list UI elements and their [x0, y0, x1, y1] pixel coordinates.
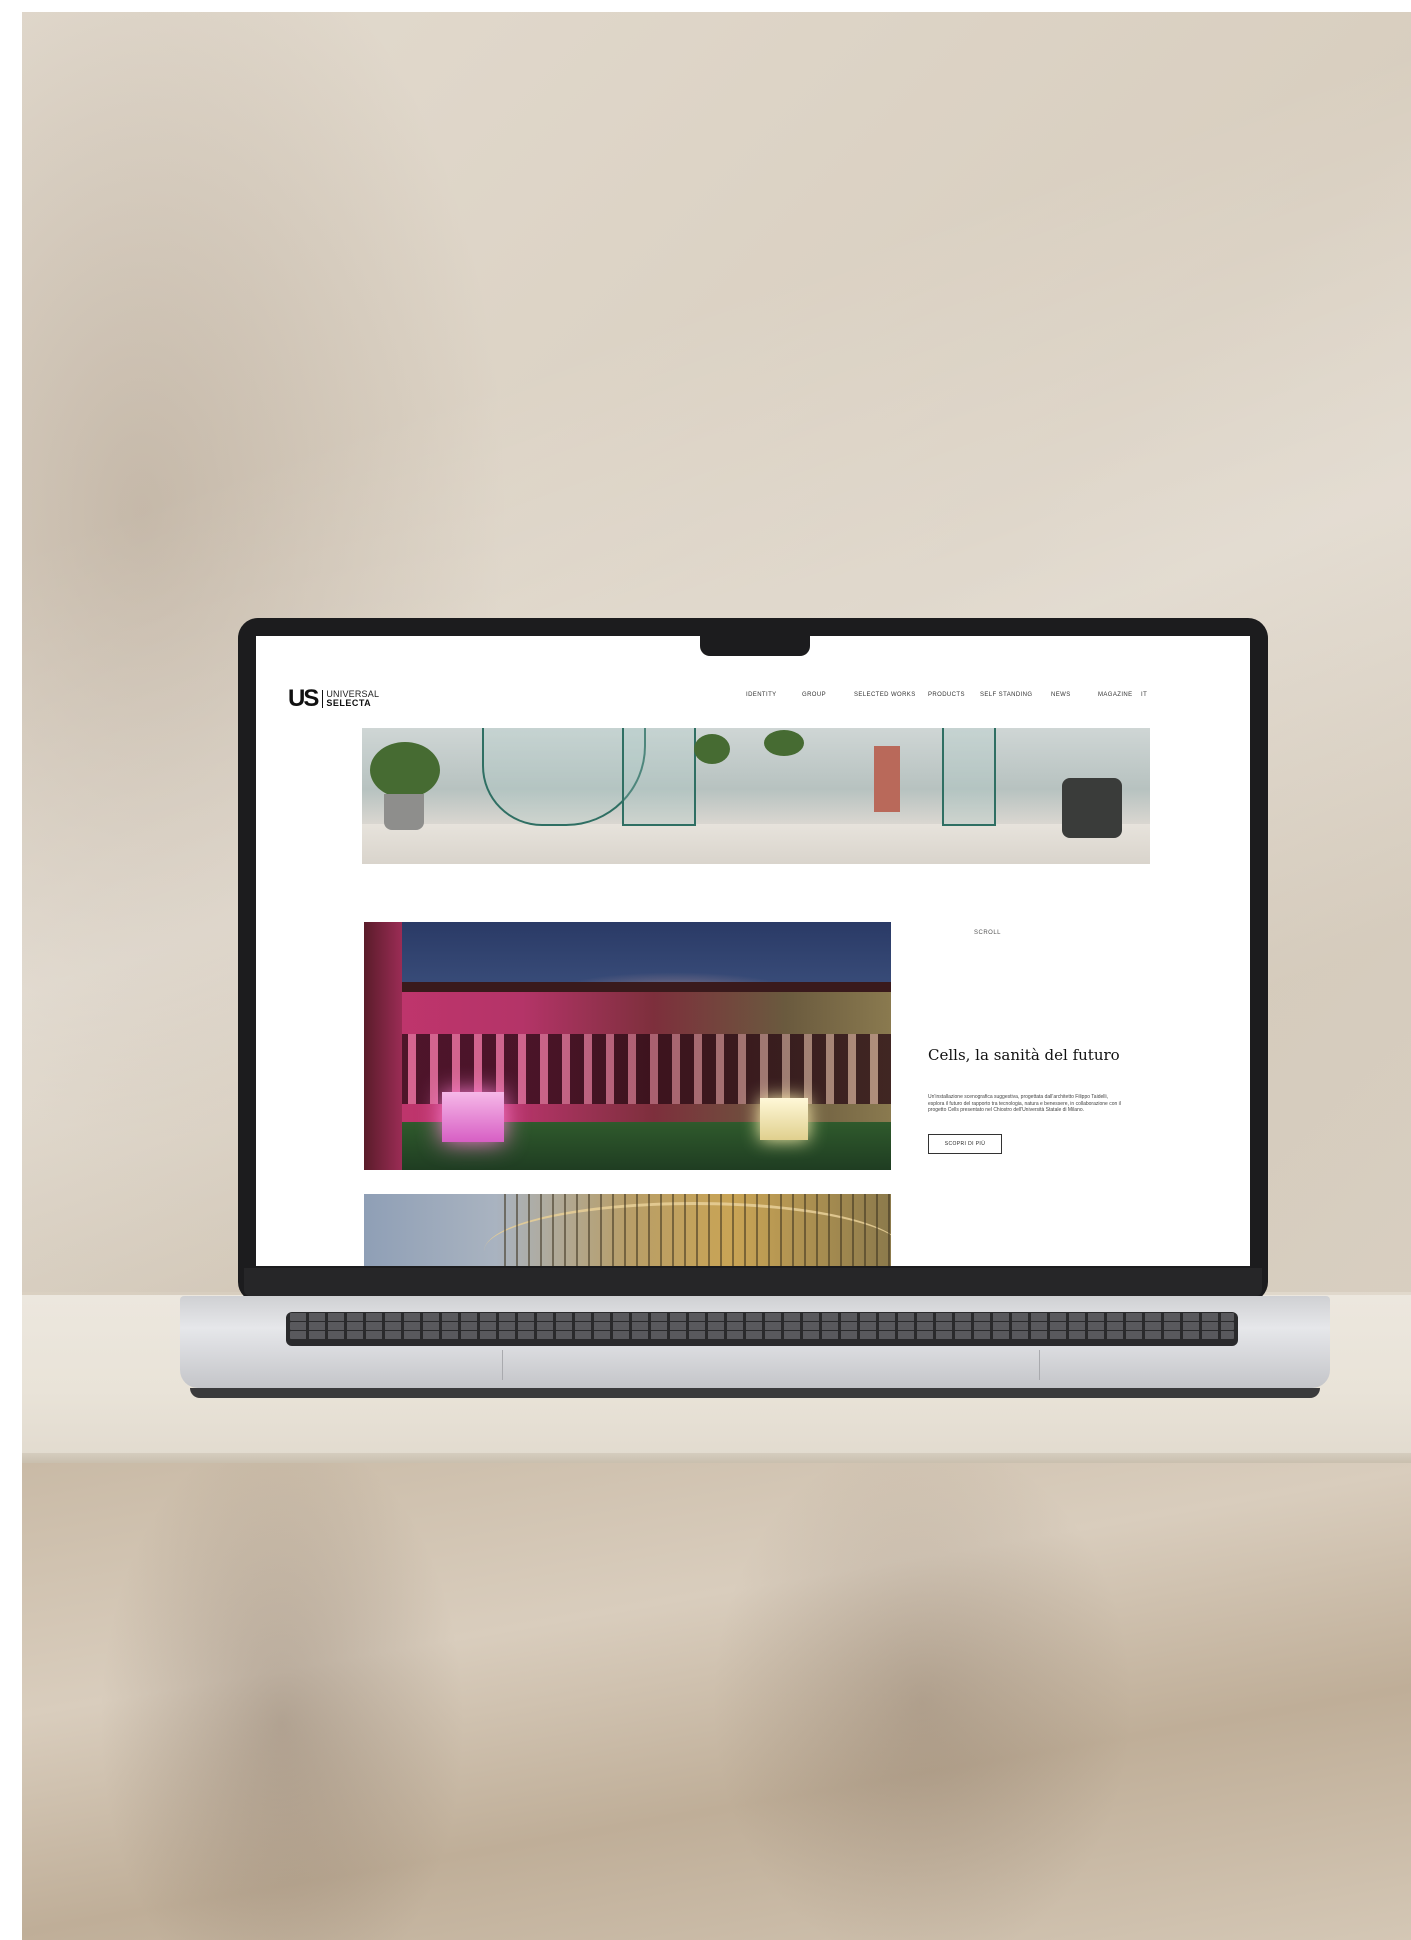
nav-item-magazine[interactable]: MAGAZINE [1098, 692, 1133, 698]
laptop-hinge [244, 1268, 1262, 1296]
camera-notch [700, 636, 810, 656]
language-switch-it[interactable]: IT [1141, 692, 1147, 698]
main-nav: IDENTITY GROUP SELECTED WORKS PRODUCTS S… [746, 692, 1236, 708]
nav-item-self-standing[interactable]: SELF STANDING [980, 692, 1032, 698]
nav-item-news[interactable]: NEWS [1051, 692, 1071, 698]
logo-line-selecta: SELECTA [326, 698, 372, 708]
laptop-screen: US UNIVERSAL SELECTA IDENTITY GROUP SELE… [256, 636, 1250, 1266]
scroll-indicator: SCROLL [974, 930, 1002, 936]
laptop-trackpad [502, 1350, 1040, 1380]
feature-image-cloister[interactable] [364, 922, 891, 1170]
leaf-shadow [22, 1463, 1411, 1940]
hero-chair [1062, 778, 1122, 838]
hero-plant [370, 742, 440, 798]
nav-item-products[interactable]: PRODUCTS [928, 692, 965, 698]
hero-floor [362, 824, 1150, 864]
feature-cell-pink [442, 1092, 504, 1142]
feature-pillar [364, 922, 402, 1170]
site-header: US UNIVERSAL SELECTA IDENTITY GROUP SELE… [256, 680, 1250, 720]
feature-cell-white [760, 1098, 808, 1140]
feature-description: Un'installazione scenografica suggestiva… [928, 1094, 1121, 1113]
hero-plant-3 [764, 730, 804, 756]
hero-shelf [874, 746, 900, 812]
discover-more-button[interactable]: SCOPRI DI PIÙ [928, 1134, 1002, 1154]
hero-glass-door [942, 728, 996, 826]
logo-wordmark: UNIVERSAL SELECTA [322, 690, 379, 708]
laptop-base-edge [190, 1388, 1320, 1398]
hero-glass-panel [622, 728, 696, 826]
second-image-facade [504, 1194, 891, 1266]
nav-item-identity[interactable]: IDENTITY [746, 692, 777, 698]
hero-office-image [362, 728, 1150, 864]
nav-item-selected-works[interactable]: SELECTED WORKS [854, 692, 916, 698]
hero-pot [384, 794, 424, 830]
feature-title: Cells, la sanità del futuro [928, 1046, 1120, 1064]
hero-plant-2 [694, 734, 730, 764]
second-project-image[interactable] [364, 1194, 891, 1266]
shelf-edge [22, 1453, 1411, 1463]
brand-logo[interactable]: US UNIVERSAL SELECTA [288, 684, 379, 714]
nav-item-group[interactable]: GROUP [802, 692, 826, 698]
logo-mark: US [288, 685, 319, 712]
laptop-keyboard [286, 1312, 1238, 1346]
